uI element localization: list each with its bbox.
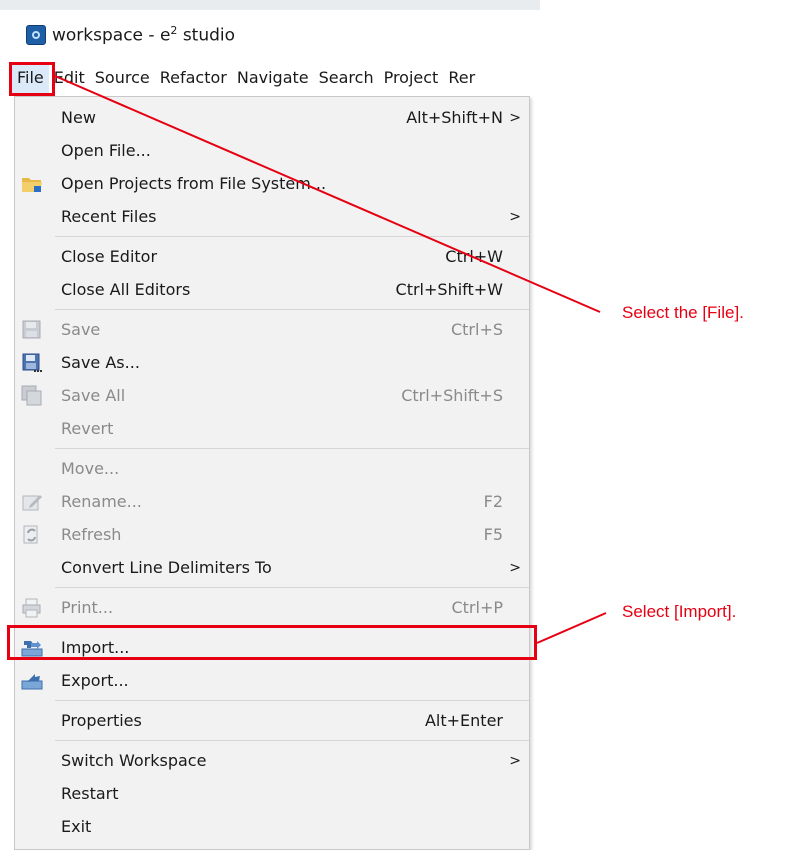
menu-item-move[interactable]: Move... xyxy=(15,452,529,485)
menu-item-label: Rename... xyxy=(61,492,142,511)
chevron-right-icon: > xyxy=(509,752,521,769)
shortcut-label: Ctrl+P xyxy=(451,598,503,617)
menu-item-label: New xyxy=(61,108,96,127)
menu-item-label: Open Projects from File System... xyxy=(61,174,327,193)
menu-item-revert[interactable]: Revert xyxy=(15,412,529,445)
menu-source[interactable]: Source xyxy=(90,63,155,93)
shortcut-label: Ctrl+W xyxy=(445,247,503,266)
menu-item-label: Move... xyxy=(61,459,120,478)
refresh-icon xyxy=(21,524,43,546)
import-callout-line xyxy=(536,612,607,644)
window-title: workspace - e2 studio xyxy=(52,24,236,46)
menu-item-label: Print... xyxy=(61,598,114,617)
menu-run-truncated[interactable]: Rer xyxy=(443,63,480,93)
menu-project[interactable]: Project xyxy=(379,63,444,93)
menu-item-label: Export... xyxy=(61,671,129,690)
menu-separator xyxy=(55,236,529,237)
menu-separator xyxy=(55,700,529,701)
menu-item-exit[interactable]: Exit xyxy=(15,810,529,843)
menu-item-restart[interactable]: Restart xyxy=(15,777,529,810)
menu-item-label: Close All Editors xyxy=(61,280,191,299)
shortcut-label: Alt+Shift+N xyxy=(406,108,503,127)
folder-icon xyxy=(21,173,43,195)
menu-item-convert-line-delimiters[interactable]: Convert Line Delimiters To > xyxy=(15,551,529,584)
export-icon xyxy=(21,670,43,692)
menu-navigate[interactable]: Navigate xyxy=(232,63,314,93)
shortcut-label: Ctrl+Shift+S xyxy=(401,386,503,405)
chevron-right-icon: > xyxy=(509,559,521,576)
menu-item-label: Convert Line Delimiters To xyxy=(61,558,272,577)
menu-separator xyxy=(55,309,529,310)
menu-item-close-editor[interactable]: Close Editor Ctrl+W xyxy=(15,240,529,273)
menu-item-label: Exit xyxy=(61,817,92,836)
menu-separator xyxy=(55,448,529,449)
import-callout-text: Select [Import]. xyxy=(622,602,737,621)
menu-item-print[interactable]: Print... Ctrl+P xyxy=(15,591,529,624)
menu-item-save-all[interactable]: Save All Ctrl+Shift+S xyxy=(15,379,529,412)
window-top-rim xyxy=(0,0,540,10)
menu-item-export[interactable]: Export... xyxy=(15,664,529,697)
save-icon xyxy=(21,319,43,341)
printer-icon xyxy=(21,597,43,619)
file-menu-dropdown: New Alt+Shift+N > Open File... Open Proj… xyxy=(14,96,530,850)
import-highlight-box xyxy=(7,625,537,660)
menu-item-label: Refresh xyxy=(61,525,122,544)
menu-refactor[interactable]: Refactor xyxy=(155,63,232,93)
shortcut-label: Ctrl+Shift+W xyxy=(395,280,503,299)
rename-icon xyxy=(21,491,43,513)
menu-item-save-as[interactable]: Save As... xyxy=(15,346,529,379)
shortcut-label: F2 xyxy=(483,492,503,511)
shortcut-label: Alt+Enter xyxy=(424,711,503,730)
menu-item-properties[interactable]: Properties Alt+Enter xyxy=(15,704,529,737)
save-all-icon xyxy=(21,385,43,407)
menu-item-new[interactable]: New Alt+Shift+N > xyxy=(15,101,529,134)
app-window: workspace - e2 studio File Edit Source R… xyxy=(0,0,540,850)
menu-item-label: Restart xyxy=(61,784,119,803)
menu-item-label: Save xyxy=(61,320,101,339)
menu-item-refresh[interactable]: Refresh F5 xyxy=(15,518,529,551)
menu-separator xyxy=(55,740,529,741)
menu-item-open-file[interactable]: Open File... xyxy=(15,134,529,167)
menu-item-label: Recent Files xyxy=(61,207,157,226)
menu-separator xyxy=(55,587,529,588)
shortcut-label: Ctrl+S xyxy=(450,320,503,339)
shortcut-label: F5 xyxy=(483,525,503,544)
menu-item-rename[interactable]: Rename... F2 xyxy=(15,485,529,518)
menu-item-close-all-editors[interactable]: Close All Editors Ctrl+Shift+W xyxy=(15,273,529,306)
chevron-right-icon: > xyxy=(509,109,521,126)
title-bar: workspace - e2 studio xyxy=(0,10,540,60)
menu-item-label: Switch Workspace xyxy=(61,751,207,770)
menu-bar: File Edit Source Refactor Navigate Searc… xyxy=(0,60,540,96)
file-callout-text: Select the [File]. xyxy=(622,303,744,322)
menu-item-label: Revert xyxy=(61,419,114,438)
e2-studio-app-icon xyxy=(26,25,46,45)
menu-item-open-projects[interactable]: Open Projects from File System... xyxy=(15,167,529,200)
file-menu-highlight-box xyxy=(9,62,55,96)
menu-item-label: Close Editor xyxy=(61,247,158,266)
chevron-right-icon: > xyxy=(509,208,521,225)
menu-item-label: Properties xyxy=(61,711,142,730)
menu-item-label: Save All xyxy=(61,386,126,405)
menu-item-recent-files[interactable]: Recent Files > xyxy=(15,200,529,233)
menu-item-label: Save As... xyxy=(61,353,140,372)
menu-search[interactable]: Search xyxy=(314,63,379,93)
save-as-icon xyxy=(21,352,43,374)
menu-item-label: Open File... xyxy=(61,141,151,160)
menu-item-switch-workspace[interactable]: Switch Workspace > xyxy=(15,744,529,777)
menu-item-save[interactable]: Save Ctrl+S xyxy=(15,313,529,346)
